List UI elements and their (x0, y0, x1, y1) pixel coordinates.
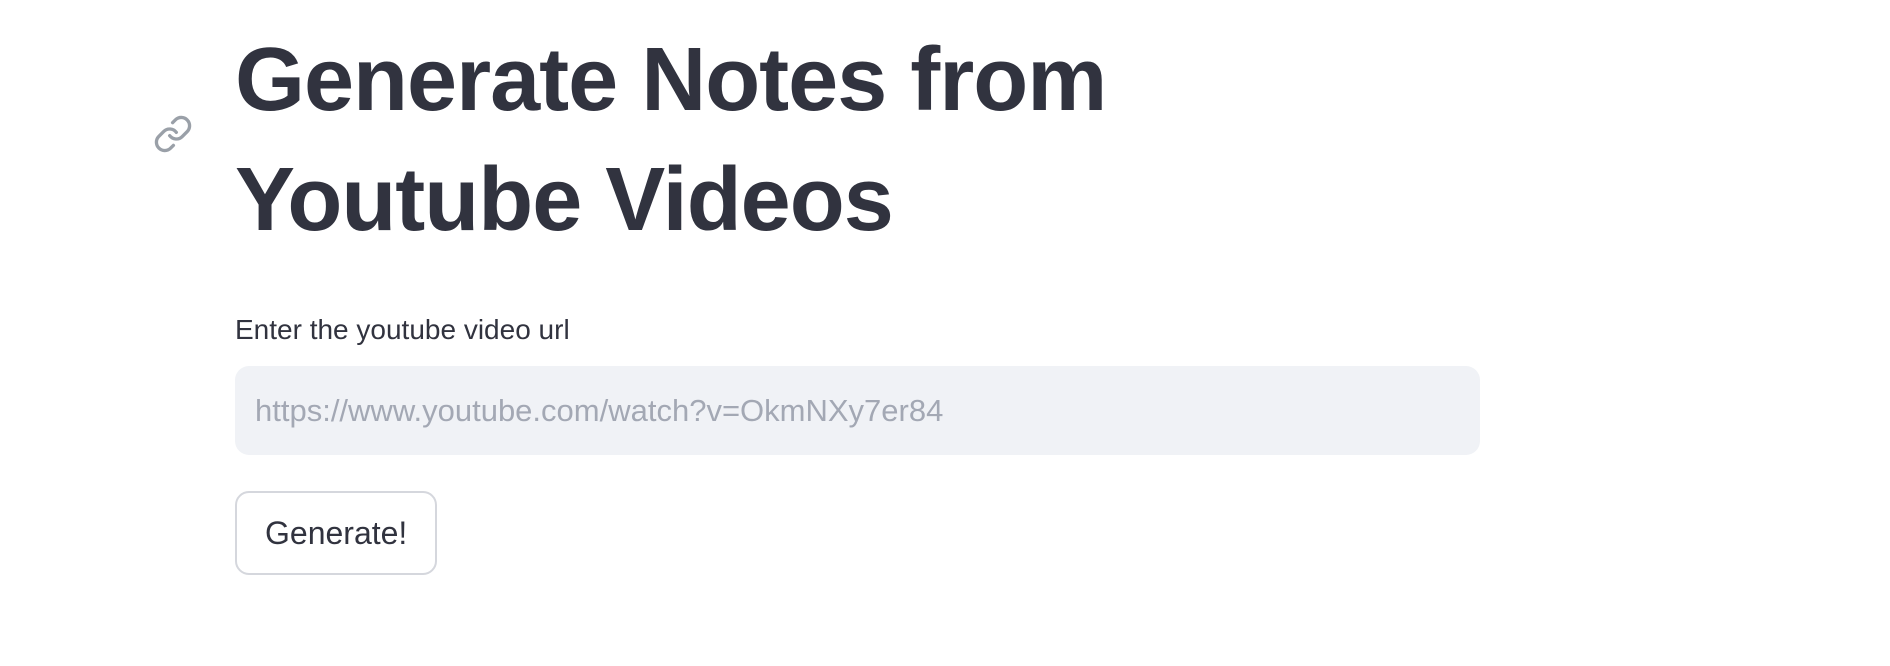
title-row: Generate Notes from Youtube Videos (154, 20, 1480, 260)
app-page: Generate Notes from Youtube Videos Enter… (0, 0, 1890, 666)
youtube-url-input[interactable] (235, 366, 1480, 455)
generate-button[interactable]: Generate! (235, 491, 438, 575)
url-field-label: Enter the youtube video url (235, 314, 570, 345)
header-anchor-link[interactable] (151, 114, 195, 158)
page-title: Generate Notes from Youtube Videos (235, 30, 1107, 250)
link-icon (153, 114, 193, 159)
main-block: Generate Notes from Youtube Videos Enter… (154, 20, 1480, 575)
